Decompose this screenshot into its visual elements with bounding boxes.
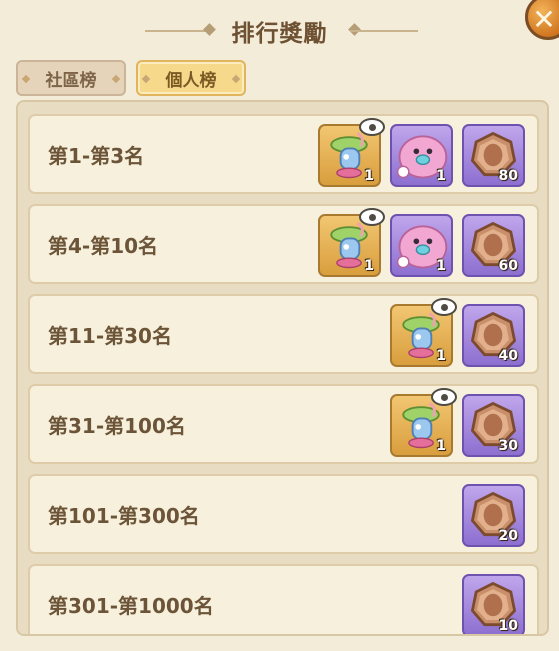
item-quantity: 1 (436, 168, 446, 184)
reward-items: 20 (462, 484, 525, 548)
tab-label: 個人榜 (165, 70, 217, 91)
rank-range-label: 第31-第100名 (48, 414, 186, 438)
item-quantity: 10 (498, 618, 518, 634)
reward-item-seal-plush[interactable]: 1 (390, 124, 453, 187)
tab-ornament-icon (21, 74, 31, 84)
reward-items: 10 (462, 574, 525, 634)
reward-item-bronze-medal[interactable]: 30 (462, 394, 525, 457)
item-quantity: 60 (498, 258, 518, 274)
page-title: 排行獎勵 (231, 21, 328, 47)
reward-items: 1 30 (390, 388, 525, 458)
preview-eye-icon[interactable] (431, 298, 457, 316)
reward-items: 1 1 60 (318, 208, 525, 278)
title-ornament-right (350, 30, 418, 32)
reward-row: 第101-第300名 20 (28, 474, 539, 554)
reward-row: 第4-第10名 1 1 60 (28, 204, 539, 284)
tab-ornament-icon (111, 74, 121, 84)
rank-range-label: 第301-第1000名 (48, 594, 214, 618)
reward-item-bronze-medal[interactable]: 20 (462, 484, 525, 547)
reward-item-gift-set[interactable]: 1 (390, 298, 457, 367)
reward-row: 第1-第3名 1 1 80 (28, 114, 539, 194)
tab-ornament-icon (231, 74, 241, 84)
reward-items: 1 1 80 (318, 118, 525, 188)
preview-eye-icon[interactable] (359, 118, 385, 136)
item-quantity: 20 (498, 528, 518, 544)
reward-list[interactable]: 第1-第3名 1 1 80 第4-第10名 1 1 60 第11-第30名 1 40 第31-第100… (16, 100, 549, 636)
reward-item-bronze-medal[interactable]: 10 (462, 574, 525, 634)
reward-item-bronze-medal[interactable]: 60 (462, 214, 525, 277)
item-quantity: 1 (364, 258, 374, 274)
eye-pupil (440, 393, 448, 401)
reward-items: 1 40 (390, 298, 525, 368)
item-quantity: 1 (436, 438, 446, 454)
tab-personal-ranking[interactable]: 個人榜 (136, 60, 246, 96)
reward-item-bronze-medal[interactable]: 80 (462, 124, 525, 187)
tab-label: 社區榜 (45, 70, 97, 91)
item-quantity: 80 (498, 168, 518, 184)
rank-range-label: 第1-第3名 (48, 144, 145, 168)
rank-range-label: 第101-第300名 (48, 504, 200, 528)
item-quantity: 1 (436, 258, 446, 274)
eye-pupil (440, 303, 448, 311)
reward-item-gift-set[interactable]: 1 (318, 208, 385, 277)
rank-range-label: 第11-第30名 (48, 324, 172, 348)
reward-row: 第11-第30名 1 40 (28, 294, 539, 374)
item-quantity: 30 (498, 438, 518, 454)
reward-item-gift-set[interactable]: 1 (318, 118, 385, 187)
preview-eye-icon[interactable] (431, 388, 457, 406)
eye-pupil (368, 213, 376, 221)
reward-item-gift-set[interactable]: 1 (390, 388, 457, 457)
reward-item-seal-plush[interactable]: 1 (390, 214, 453, 277)
preview-eye-icon[interactable] (359, 208, 385, 226)
item-quantity: 1 (436, 348, 446, 364)
item-quantity: 40 (498, 348, 518, 364)
eye-pupil (368, 123, 376, 131)
header: 排行獎勵 ✕ (0, 0, 559, 58)
close-x-icon: ✕ (532, 3, 556, 36)
reward-row: 第31-第100名 1 30 (28, 384, 539, 464)
item-quantity: 1 (364, 168, 374, 184)
reward-item-bronze-medal[interactable]: 40 (462, 304, 525, 367)
reward-row: 第301-第1000名 10 (28, 564, 539, 634)
tab-ornament-icon (141, 74, 151, 84)
tab-community-ranking[interactable]: 社區榜 (16, 60, 126, 96)
rank-range-label: 第4-第10名 (48, 234, 159, 258)
